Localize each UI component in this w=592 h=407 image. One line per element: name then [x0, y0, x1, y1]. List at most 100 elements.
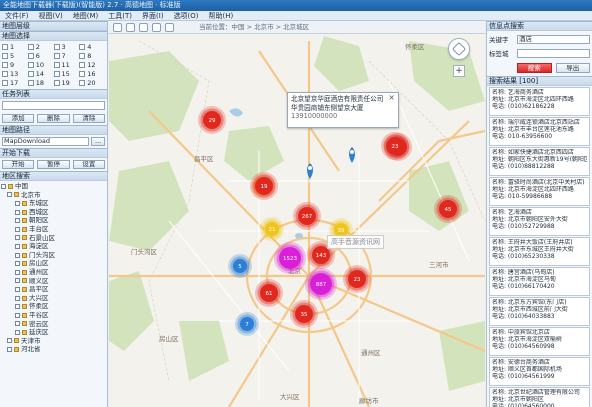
- tree-checkbox-icon[interactable]: [15, 304, 20, 310]
- result-item[interactable]: 名称: 唐宫酒店(马甸店) 地址: 北京市海淀区马甸 电话: (010)661704…: [489, 267, 590, 296]
- tree-checkbox-icon[interactable]: [15, 286, 20, 292]
- checkbox-icon[interactable]: [27, 53, 34, 59]
- result-item[interactable]: 名称: 艺海酒店 地址: 北京市朝阳区安外大街 电话: (010)52729988: [489, 207, 590, 236]
- tree-node[interactable]: 中国: [1, 182, 106, 191]
- tree-checkbox-icon[interactable]: [15, 243, 20, 249]
- menu-item-6[interactable]: 帮助(H): [204, 11, 239, 20]
- level-checkbox[interactable]: 4: [79, 43, 105, 51]
- pause-button[interactable]: 暂停: [37, 160, 70, 169]
- zoom-in-button[interactable]: +: [453, 65, 465, 77]
- cluster-red[interactable]: 23: [381, 132, 409, 160]
- tree-checkbox-icon[interactable]: [7, 192, 12, 198]
- checkbox-icon[interactable]: [27, 71, 34, 77]
- result-item[interactable]: 名称: 北京东方宾馆(东门店) 地址: 北京市西城区前门大街 电话: (010)64…: [489, 297, 590, 326]
- checkbox-icon[interactable]: [53, 71, 60, 77]
- tree-node[interactable]: 天津市: [1, 337, 106, 346]
- checkbox-icon[interactable]: [79, 44, 86, 50]
- checkbox-icon[interactable]: [79, 80, 86, 86]
- level-checkbox[interactable]: 14: [27, 70, 54, 78]
- level-checkbox[interactable]: 20: [79, 79, 105, 87]
- level-checkbox[interactable]: 2: [27, 43, 54, 51]
- hand-icon[interactable]: [113, 23, 122, 32]
- checkbox-icon[interactable]: [2, 44, 8, 50]
- cluster-red[interactable]: 29: [198, 106, 226, 134]
- tree-checkbox-icon[interactable]: [15, 278, 20, 284]
- cluster-red[interactable]: 267: [293, 202, 321, 230]
- level-checkbox[interactable]: 7: [53, 52, 80, 60]
- delete-task-button[interactable]: 删除: [37, 114, 70, 123]
- cluster-magenta[interactable]: 1523: [274, 242, 306, 274]
- path-field[interactable]: MapDownload: [2, 137, 89, 146]
- checkbox-icon[interactable]: [79, 71, 86, 77]
- cluster-red[interactable]: 61: [255, 279, 283, 307]
- result-item[interactable]: 名称: 如家快捷酒店北京西四店 地址: 朝阳区东大街惠新19号(朝阳区) 电话: (…: [489, 147, 590, 176]
- level-checkbox[interactable]: 9: [2, 61, 28, 69]
- result-item[interactable]: 名称: 北京世纪酒店管理有限公司 地址: 北京市朝阳区 电话: (010)64560…: [489, 387, 590, 407]
- tree-node[interactable]: 平谷区: [1, 311, 106, 320]
- cluster-magenta[interactable]: 887: [305, 268, 337, 300]
- tree-node[interactable]: 通州区: [1, 268, 106, 277]
- tree-checkbox-icon[interactable]: [15, 269, 20, 275]
- checkbox-icon[interactable]: [2, 80, 8, 86]
- task-field[interactable]: [2, 101, 105, 110]
- tree-checkbox-icon[interactable]: [15, 261, 20, 267]
- cluster-red[interactable]: 35: [290, 300, 318, 328]
- result-item[interactable]: 名称: 富驿时尚酒店(北京中关村店) 地址: 北京市海淀区北四环西路 电话: 010…: [489, 177, 590, 206]
- level-checkbox[interactable]: 17: [2, 79, 28, 87]
- layer-icon[interactable]: [165, 23, 174, 32]
- checkbox-icon[interactable]: [79, 62, 86, 68]
- start-button[interactable]: 开始: [2, 160, 35, 169]
- nav-control[interactable]: [448, 38, 470, 60]
- tree-node[interactable]: 顺义区: [1, 277, 106, 286]
- tree-node[interactable]: 石景山区: [1, 234, 106, 243]
- tree-node[interactable]: 海淀区: [1, 242, 106, 251]
- level-checkbox[interactable]: 8: [79, 52, 105, 60]
- checkbox-icon[interactable]: [27, 44, 34, 50]
- tree-node[interactable]: 河北省: [1, 345, 106, 354]
- checkbox-icon[interactable]: [53, 62, 60, 68]
- tree-node[interactable]: 东城区: [1, 199, 106, 208]
- region-tree[interactable]: 中国 北京市 东城区 西城区 朝阳区 丰台区 石景山区 海淀区 门头沟区 房山区 通州区 顺义区 昌平区…: [0, 181, 107, 355]
- pin-blue-1[interactable]: [307, 163, 313, 179]
- level-checkbox[interactable]: 18: [27, 79, 54, 87]
- checkbox-icon[interactable]: [79, 53, 86, 59]
- tree-node[interactable]: 大兴区: [1, 294, 106, 303]
- settings-button[interactable]: 设置: [72, 160, 105, 169]
- tree-checkbox-icon[interactable]: [15, 209, 20, 215]
- tree-node[interactable]: 怀柔区: [1, 302, 106, 311]
- tree-checkbox-icon[interactable]: [15, 312, 20, 318]
- checkbox-icon[interactable]: [27, 80, 34, 86]
- result-item[interactable]: 名称: 王府井大饭店(王府井店) 地址: 北京市东城区王府井大街 电话: (010)…: [489, 237, 590, 266]
- tree-checkbox-icon[interactable]: [7, 347, 12, 353]
- tree-checkbox-icon[interactable]: [15, 235, 20, 241]
- level-checkbox[interactable]: 3: [53, 43, 80, 51]
- tree-checkbox-icon[interactable]: [7, 338, 12, 344]
- export-button[interactable]: 导出: [555, 63, 590, 73]
- checkbox-icon[interactable]: [53, 80, 60, 86]
- level-checkbox[interactable]: 11: [53, 61, 80, 69]
- tree-checkbox-icon[interactable]: [15, 295, 20, 301]
- cluster-red[interactable]: 19: [250, 172, 278, 200]
- tree-node[interactable]: 西城区: [1, 208, 106, 217]
- keyword-input[interactable]: 酒店: [517, 34, 590, 44]
- tree-checkbox-icon[interactable]: [15, 252, 20, 258]
- pin-blue-2[interactable]: [349, 147, 355, 163]
- menu-item-0[interactable]: 文件(F): [0, 11, 34, 20]
- tree-node[interactable]: 北京市: [1, 191, 106, 200]
- info-popup[interactable]: 北京望京华庭酒店有限责任公司 华贵园商铺东侧望京大厦 13910000000 ×: [287, 92, 399, 128]
- tree-checkbox-icon[interactable]: [15, 321, 20, 327]
- menu-item-4[interactable]: 界面(I): [137, 11, 169, 20]
- cluster-yellow[interactable]: 21: [260, 217, 284, 241]
- checkbox-icon[interactable]: [27, 62, 34, 68]
- tree-node[interactable]: 房山区: [1, 259, 106, 268]
- level-checkbox[interactable]: 13: [2, 70, 28, 78]
- select-icon[interactable]: [139, 23, 148, 32]
- level-checkbox[interactable]: 12: [79, 61, 105, 69]
- zoom-icon[interactable]: [126, 23, 135, 32]
- clear-task-button[interactable]: 清除: [72, 114, 105, 123]
- result-item[interactable]: 名称: 安德台商务酒店 地址: 顺义区首都国际机场 电话: (010)6456199…: [489, 357, 590, 386]
- browse-button[interactable]: ...: [91, 137, 105, 146]
- cluster-red[interactable]: 23: [343, 265, 371, 293]
- level-checkbox[interactable]: 6: [27, 52, 54, 60]
- checkbox-icon[interactable]: [2, 62, 8, 68]
